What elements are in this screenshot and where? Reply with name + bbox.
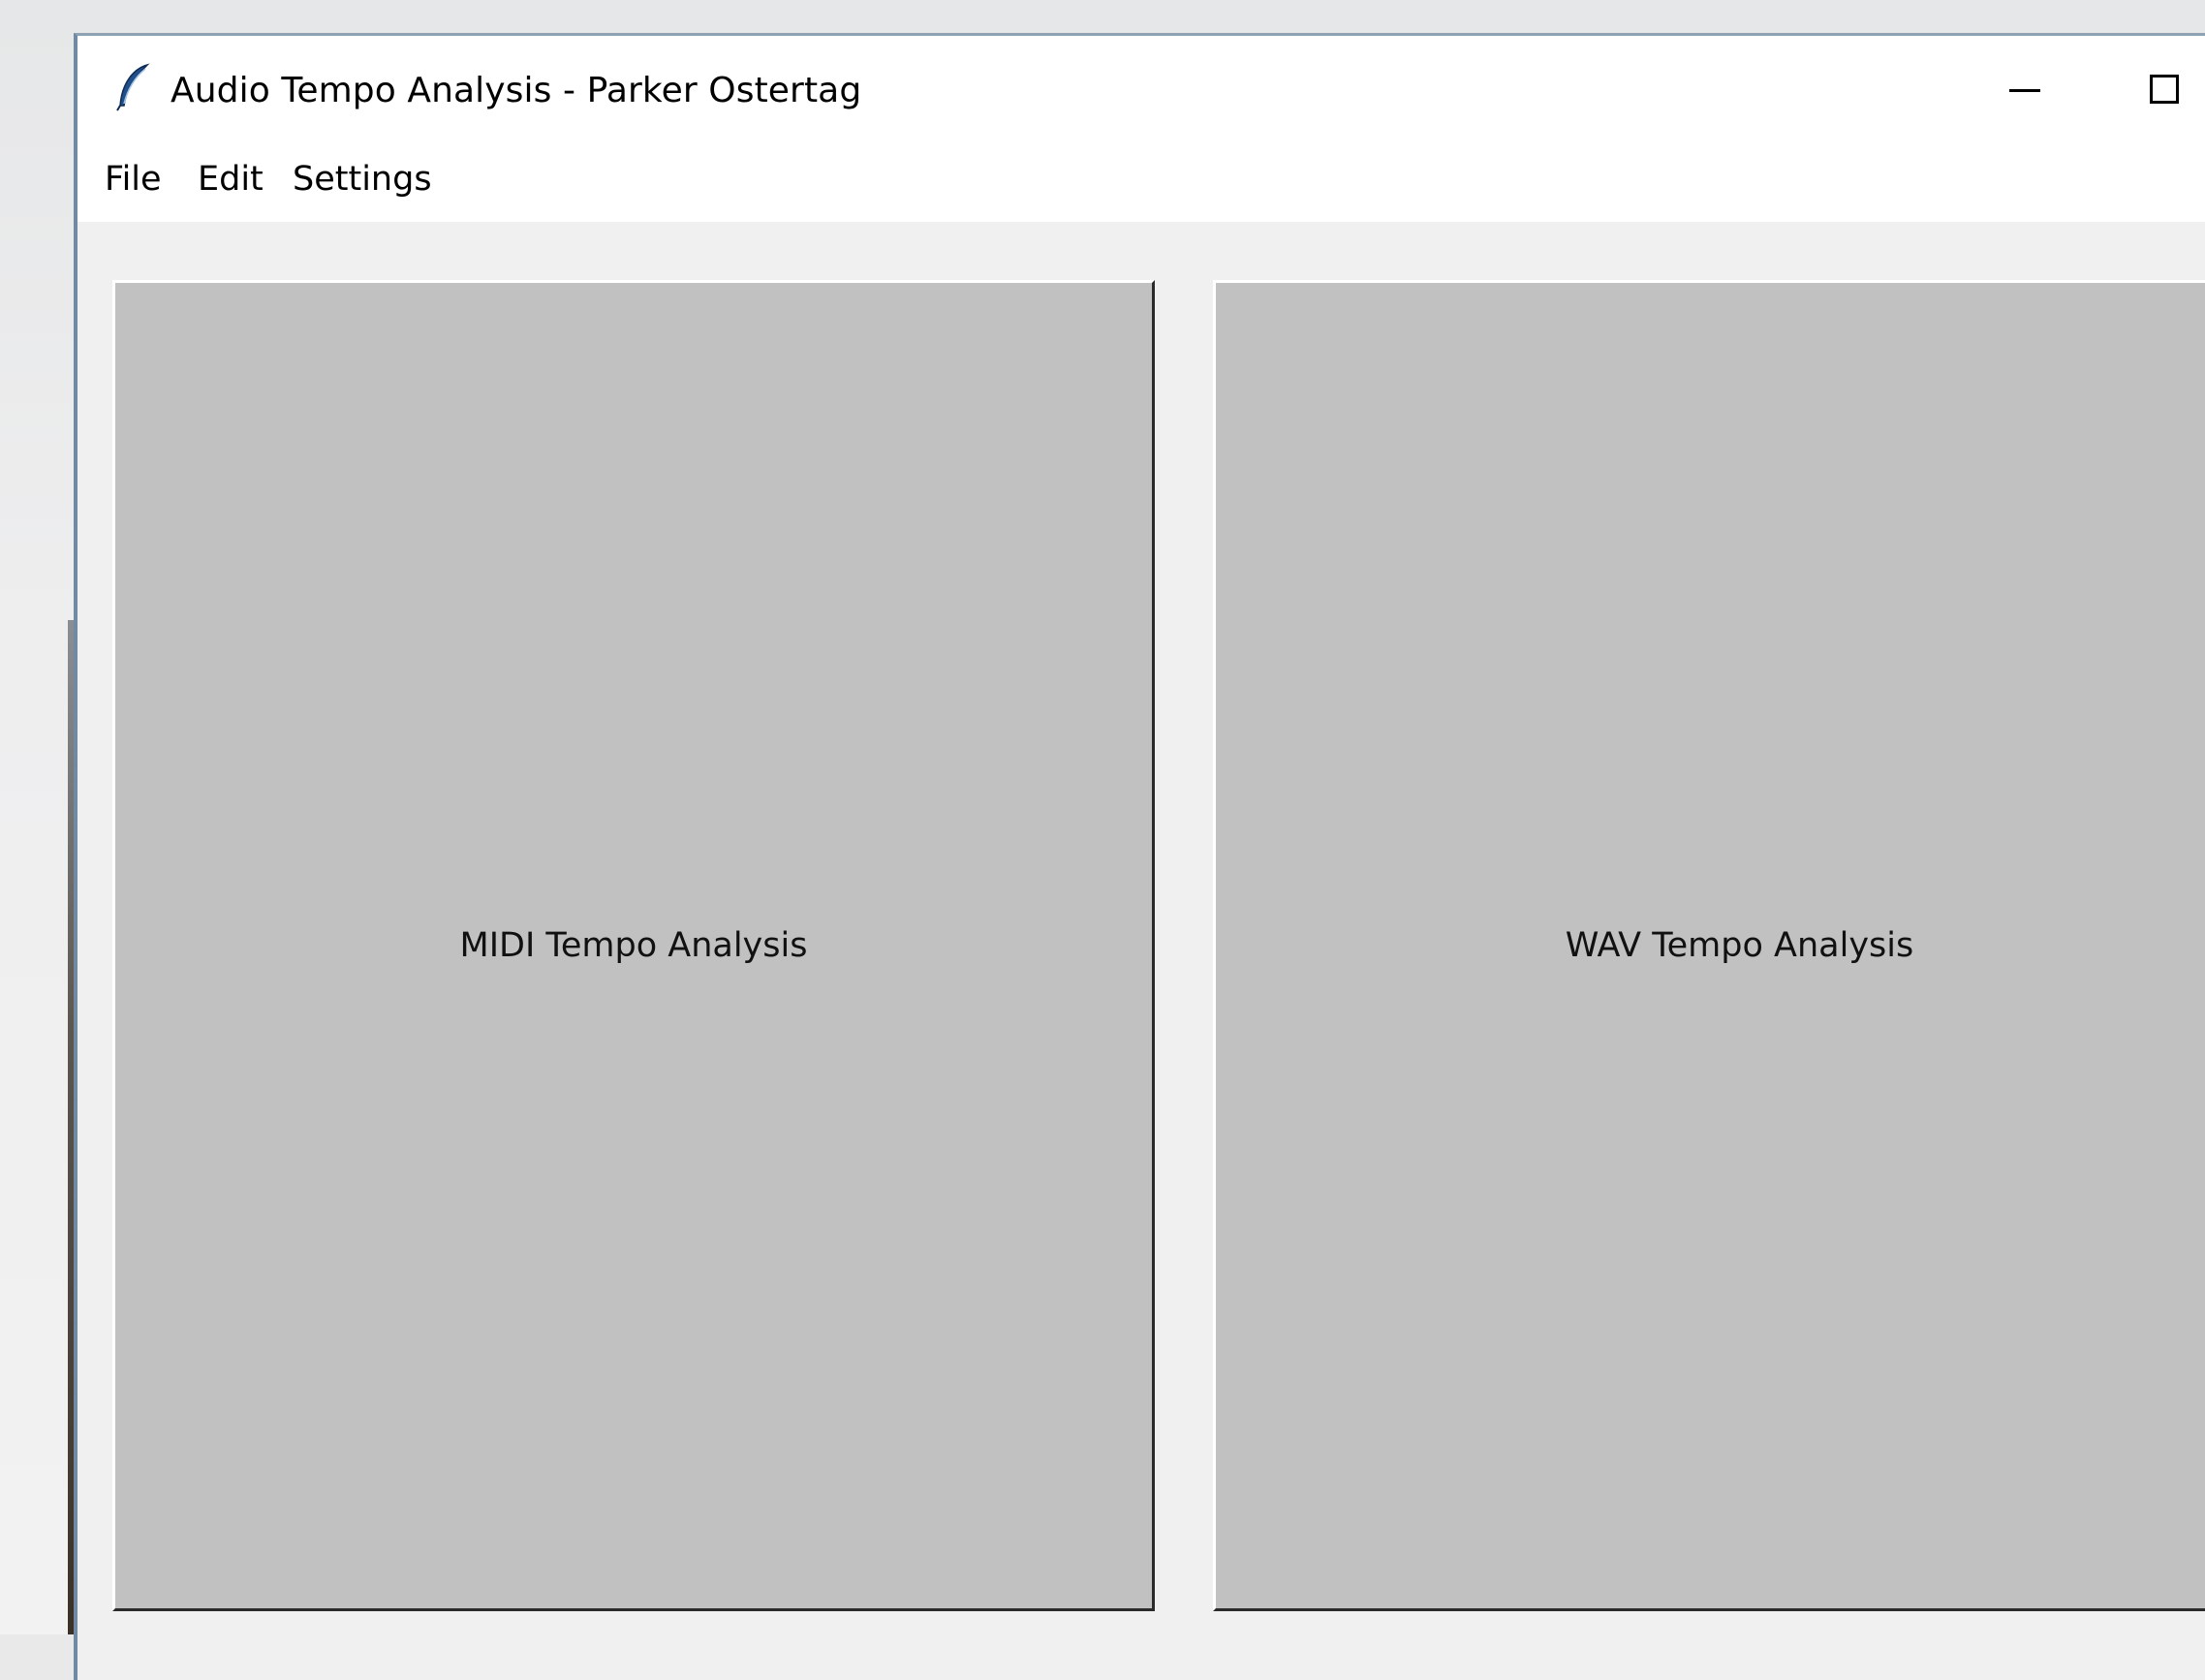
app-window: Audio Tempo Analysis - Parker Ostertag ✕… [74,33,2205,1680]
wav-tempo-analysis-button[interactable]: WAV Tempo Analysis [1213,280,2205,1611]
menu-edit[interactable]: Edit [198,160,264,199]
maximize-icon [2150,75,2179,104]
midi-tempo-analysis-label: MIDI Tempo Analysis [459,926,808,965]
menu-file[interactable]: File [105,160,162,199]
main-content: MIDI Tempo Analysis WAV Tempo Analysis [78,222,2205,1675]
midi-tempo-analysis-button[interactable]: MIDI Tempo Analysis [112,280,1155,1611]
menu-settings[interactable]: Settings [293,160,432,199]
menu-bar: File Edit Settings [78,133,2205,222]
desktop-background: Audio Tempo Analysis - Parker Ostertag ✕… [0,0,2205,1680]
feather-icon [116,63,150,111]
window-title: Audio Tempo Analysis - Parker Ostertag [171,71,862,110]
title-bar[interactable]: Audio Tempo Analysis - Parker Ostertag ✕ [78,36,2205,133]
minimize-icon [2009,89,2040,92]
minimize-button[interactable] [1959,36,2091,133]
maximize-button[interactable] [2098,36,2205,133]
wav-tempo-analysis-label: WAV Tempo Analysis [1565,926,1914,965]
